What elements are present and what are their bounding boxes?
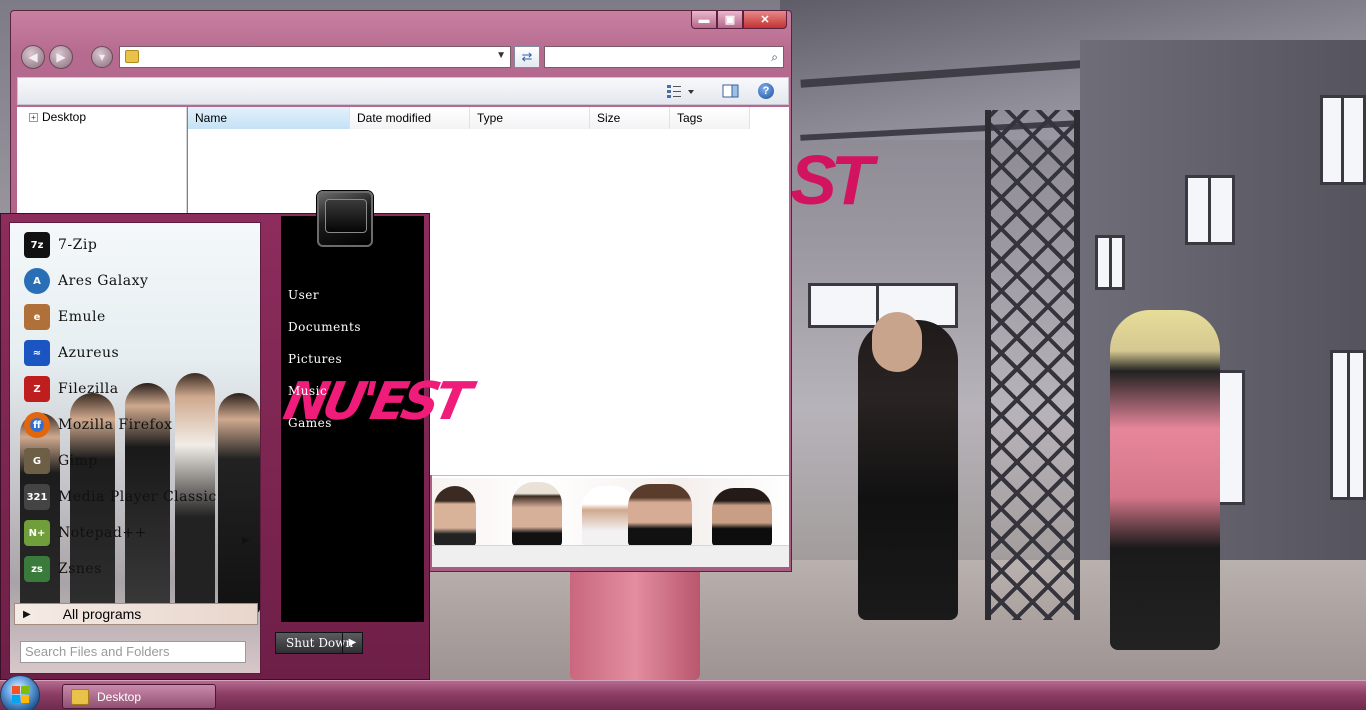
help-icon[interactable]: ? <box>758 83 774 99</box>
programs-pane: 7z 7-Zip A Ares Galaxy e Emule ≈ Azureus… <box>9 222 261 674</box>
wallpaper-steel-tower <box>985 110 1080 620</box>
caption-buttons: ▬ ▣ ✕ <box>691 11 787 29</box>
zsnes-icon: zs <box>24 556 50 582</box>
minimize-button[interactable]: ▬ <box>691 11 717 29</box>
tree-item-label: Desktop <box>42 110 87 124</box>
places-item-documents[interactable]: Documents <box>288 320 361 334</box>
column-type[interactable]: Type <box>470 107 590 129</box>
folder-icon <box>71 688 89 705</box>
program-item[interactable]: N+ Notepad++ <box>24 519 147 547</box>
column-tags[interactable]: Tags <box>670 107 750 129</box>
column-size[interactable]: Size <box>590 107 670 129</box>
banner-person <box>434 486 476 546</box>
filezilla-icon: Z <box>24 376 50 402</box>
program-label: Gimp <box>58 453 98 469</box>
program-item[interactable]: zs Zsnes <box>24 555 102 583</box>
command-bar: ? <box>17 77 789 105</box>
program-item[interactable]: 7z 7-Zip <box>24 231 97 259</box>
expand-icon[interactable]: + <box>29 112 38 122</box>
column-date-modified[interactable]: Date modified <box>350 107 470 129</box>
chevron-down-icon[interactable]: ▼ <box>496 50 506 61</box>
start-search-input[interactable]: Search Files and Folders <box>20 641 246 663</box>
photo-person <box>20 413 60 613</box>
start-menu: 7z 7-Zip A Ares Galaxy e Emule ≈ Azureus… <box>0 191 471 680</box>
program-item[interactable]: ≈ Azureus <box>24 339 119 367</box>
search-input[interactable]: ⌕ <box>544 46 784 68</box>
views-icon[interactable] <box>666 83 694 99</box>
program-item[interactable]: ff Mozilla Firefox <box>24 411 173 439</box>
taskbar-button-desktop[interactable]: Desktop <box>62 684 216 709</box>
places-item-music[interactable]: Music <box>288 384 327 398</box>
tree-item-desktop[interactable]: + Desktop <box>29 110 86 124</box>
program-label: Zsnes <box>58 561 102 577</box>
close-button[interactable]: ✕ <box>743 11 787 29</box>
program-item[interactable]: 321 Media Player Classic <box>24 483 217 511</box>
program-item[interactable]: e Emule <box>24 303 106 331</box>
program-label: Filezilla <box>58 381 119 397</box>
program-label: Emule <box>58 309 106 325</box>
program-label: Media Player Classic <box>58 489 217 505</box>
status-bar <box>432 545 789 567</box>
wallpaper-logo-graphic: ST <box>790 141 873 219</box>
shut-down-options-arrow-icon[interactable]: ▶ <box>342 633 362 653</box>
taskbar-button-label: Desktop <box>97 689 142 704</box>
back-arrow-icon[interactable]: ◀ <box>21 45 45 69</box>
wallpaper-person <box>1110 310 1220 650</box>
places-item-games[interactable]: Games <box>288 416 332 430</box>
submenu-arrow-icon[interactable]: ▶ <box>242 535 250 546</box>
emule-icon: e <box>24 304 50 330</box>
azureus-icon: ≈ <box>24 340 50 366</box>
wallpaper-person-face <box>872 312 922 372</box>
notepad-plus-plus-icon: N+ <box>24 520 50 546</box>
all-programs-label: All programs <box>62 606 142 622</box>
program-label: 7-Zip <box>58 237 98 253</box>
group-banner-image <box>432 478 789 546</box>
photo-person <box>218 393 260 613</box>
ares-icon: A <box>24 268 50 294</box>
banner-person <box>512 482 562 546</box>
media-player-classic-icon: 321 <box>24 484 50 510</box>
program-label: Ares Galaxy <box>58 273 149 289</box>
program-label: Notepad++ <box>58 525 147 541</box>
wallpaper-person-legs <box>570 560 700 680</box>
maximize-button[interactable]: ▣ <box>717 11 743 29</box>
places-item-pictures[interactable]: Pictures <box>288 352 342 366</box>
wallpaper-window <box>1185 175 1235 245</box>
navigation-pane: + Desktop <box>17 107 187 223</box>
taskbar: Desktop <box>0 675 1366 710</box>
wallpaper-window <box>1320 95 1366 185</box>
column-name[interactable]: Name <box>188 107 350 129</box>
search-icon[interactable]: ⌕ <box>771 50 778 65</box>
details-pane <box>432 475 789 567</box>
wallpaper-window <box>1095 235 1125 290</box>
refresh-icon[interactable]: ⇄ <box>514 46 540 68</box>
play-arrow-icon: ▶ <box>23 608 31 620</box>
program-item[interactable]: Z Filezilla <box>24 375 119 403</box>
shut-down-button[interactable]: Shut Down ▶ <box>275 632 363 654</box>
firefox-icon: ff <box>24 412 50 438</box>
user-picture[interactable] <box>317 191 373 247</box>
recent-pages-icon[interactable]: ▾ <box>91 46 113 68</box>
folder-icon <box>125 50 139 63</box>
banner-person <box>628 484 692 546</box>
banner-person <box>712 488 772 546</box>
places-item-user[interactable]: User <box>288 288 319 302</box>
7zip-icon: 7z <box>24 232 50 258</box>
program-item[interactable]: G Gimp <box>24 447 98 475</box>
forward-arrow-icon[interactable]: ▶ <box>49 45 73 69</box>
windows-orb-icon[interactable] <box>0 675 40 710</box>
program-item[interactable]: A Ares Galaxy <box>24 267 148 295</box>
gimp-icon: G <box>24 448 50 474</box>
program-label: Azureus <box>58 345 120 361</box>
places-pane: User Documents Pictures NU'EST Music Gam… <box>279 216 471 622</box>
wallpaper-window <box>1330 350 1366 500</box>
program-label: Mozilla Firefox <box>58 417 173 433</box>
column-headers: Name Date modified Type Size Tags <box>188 107 750 129</box>
all-programs-button[interactable]: ▶ All programs <box>14 603 258 625</box>
address-bar[interactable]: ▼ <box>119 46 511 68</box>
preview-pane-icon[interactable] <box>722 83 740 99</box>
